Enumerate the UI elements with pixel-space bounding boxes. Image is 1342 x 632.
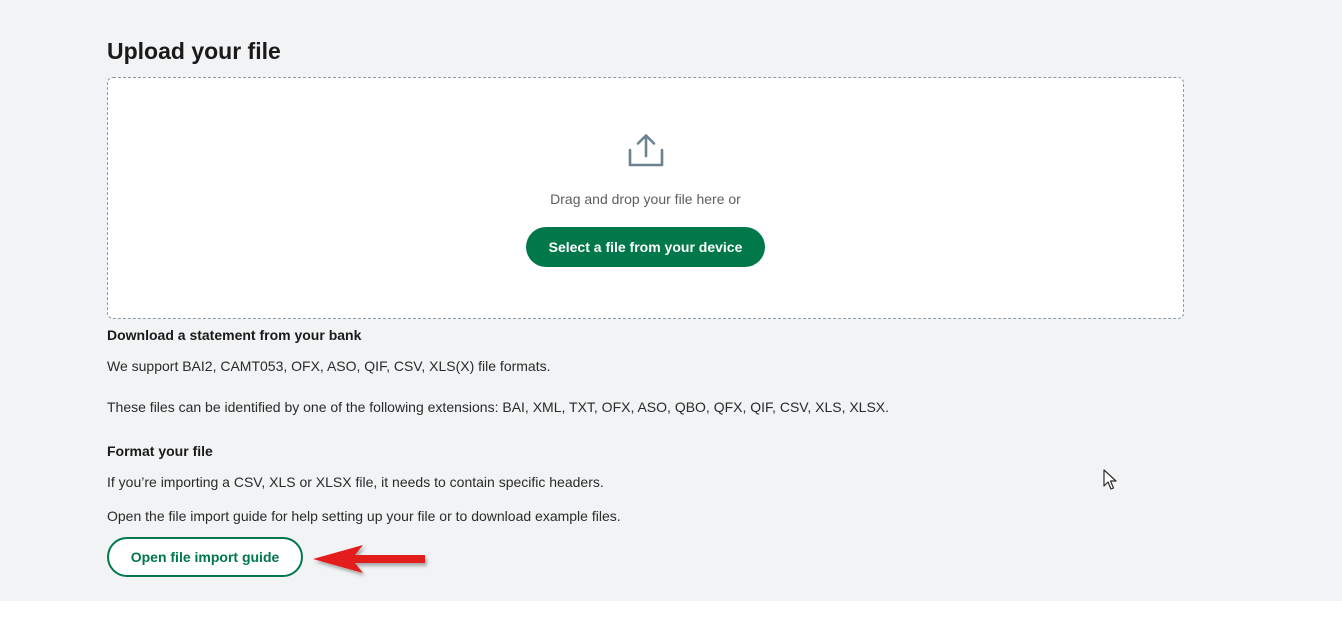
headers-requirement-text: If you’re importing a CSV, XLS or XLSX f…	[107, 474, 604, 490]
supported-formats-text: We support BAI2, CAMT053, OFX, ASO, QIF,…	[107, 358, 551, 374]
import-guide-description: Open the file import guide for help sett…	[107, 508, 621, 524]
open-import-guide-button[interactable]: Open file import guide	[107, 537, 303, 577]
select-file-button[interactable]: Select a file from your device	[526, 227, 765, 267]
red-arrow-icon	[313, 545, 425, 573]
page-title: Upload your file	[107, 38, 281, 64]
format-file-heading: Format your file	[107, 443, 213, 459]
dropzone-instructions: Drag and drop your file here or	[550, 191, 741, 207]
upload-icon	[628, 134, 664, 167]
file-dropzone[interactable]: Drag and drop your file here or Select a…	[107, 77, 1184, 319]
mouse-cursor-icon	[1103, 469, 1117, 490]
supported-extensions-text: These files can be identified by one of …	[107, 399, 890, 415]
bank-statement-heading: Download a statement from your bank	[107, 327, 362, 343]
